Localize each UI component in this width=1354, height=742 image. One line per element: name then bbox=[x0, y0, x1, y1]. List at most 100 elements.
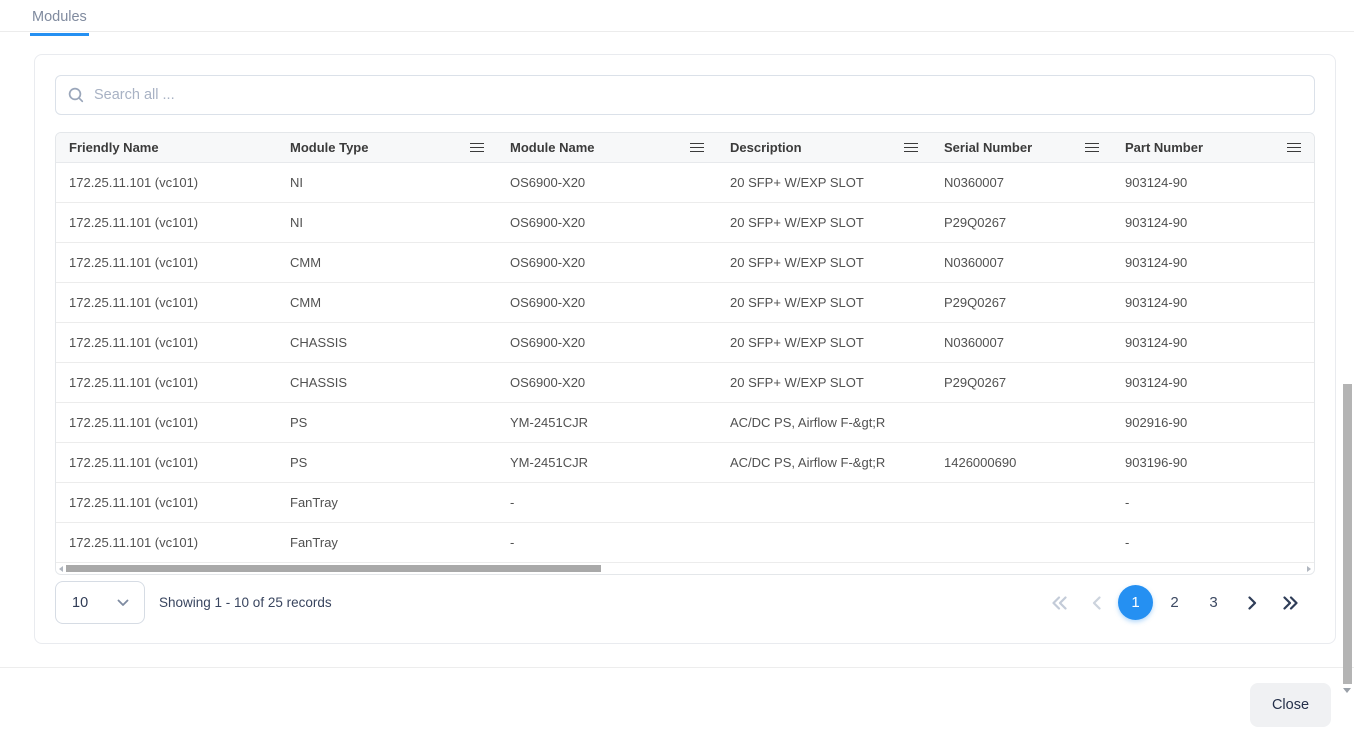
page-button-3[interactable]: 3 bbox=[1196, 585, 1231, 620]
table-cell: CHASSIS bbox=[277, 363, 497, 402]
table-cell bbox=[717, 523, 931, 562]
chevron-left-icon bbox=[1092, 596, 1102, 610]
table-row[interactable]: 172.25.11.101 (vc101)PSYM-2451CJRAC/DC P… bbox=[56, 403, 1314, 443]
table-cell: 172.25.11.101 (vc101) bbox=[56, 243, 277, 282]
horizontal-scrollbar-thumb[interactable] bbox=[66, 565, 601, 572]
column-header-part-number[interactable]: Part Number bbox=[1112, 133, 1314, 162]
table-row[interactable]: 172.25.11.101 (vc101)FanTray-- bbox=[56, 483, 1314, 523]
table-cell bbox=[717, 483, 931, 522]
pagination-pages: 123 bbox=[1116, 585, 1233, 620]
pagination-last-button[interactable] bbox=[1278, 591, 1302, 615]
column-menu-icon[interactable] bbox=[470, 143, 484, 153]
table-cell: 1426000690 bbox=[931, 443, 1112, 482]
table-row[interactable]: 172.25.11.101 (vc101)CMMOS6900-X2020 SFP… bbox=[56, 283, 1314, 323]
vertical-scrollbar-thumb[interactable] bbox=[1343, 384, 1352, 684]
table-cell: CMM bbox=[277, 243, 497, 282]
tab-modules[interactable]: Modules bbox=[30, 0, 89, 36]
column-menu-icon[interactable] bbox=[904, 143, 918, 153]
table-row[interactable]: 172.25.11.101 (vc101)NIOS6900-X2020 SFP+… bbox=[56, 163, 1314, 203]
table-cell: FanTray bbox=[277, 523, 497, 562]
column-header-description[interactable]: Description bbox=[717, 133, 931, 162]
table-cell: OS6900-X20 bbox=[497, 163, 717, 202]
tab-modules-label: Modules bbox=[32, 9, 87, 25]
table-cell: 172.25.11.101 (vc101) bbox=[56, 403, 277, 442]
column-header-label: Part Number bbox=[1125, 140, 1203, 155]
table-footer: 10 Showing 1 - 10 of 25 records 123 bbox=[55, 581, 1315, 624]
table-cell: AC/DC PS, Airflow F-&gt;R bbox=[717, 443, 931, 482]
column-header-label: Serial Number bbox=[944, 140, 1032, 155]
table-cell: 172.25.11.101 (vc101) bbox=[56, 443, 277, 482]
table-row[interactable]: 172.25.11.101 (vc101)CMMOS6900-X2020 SFP… bbox=[56, 243, 1314, 283]
table-cell: P29Q0267 bbox=[931, 363, 1112, 402]
dialog-footer: Close bbox=[0, 668, 1354, 742]
table-header-row: Friendly Name Module Type Module Name Descr… bbox=[56, 133, 1314, 163]
table-cell bbox=[931, 403, 1112, 442]
pagination-next-button[interactable] bbox=[1240, 591, 1264, 615]
modules-table: Friendly Name Module Type Module Name Descr… bbox=[55, 132, 1315, 575]
table-cell: - bbox=[1112, 483, 1314, 522]
table-cell: 903196-90 bbox=[1112, 443, 1314, 482]
records-summary: Showing 1 - 10 of 25 records bbox=[159, 595, 332, 610]
table-cell: CMM bbox=[277, 283, 497, 322]
column-menu-icon[interactable] bbox=[1085, 143, 1099, 153]
chevron-down-icon bbox=[117, 599, 129, 607]
double-chevron-right-icon bbox=[1282, 596, 1299, 610]
table-cell: 172.25.11.101 (vc101) bbox=[56, 283, 277, 322]
page-size-value: 10 bbox=[72, 595, 88, 611]
vscroll-down-arrow-icon[interactable] bbox=[1343, 688, 1351, 693]
column-header-module-name[interactable]: Module Name bbox=[497, 133, 717, 162]
table-cell: 172.25.11.101 (vc101) bbox=[56, 523, 277, 562]
table-row[interactable]: 172.25.11.101 (vc101)CHASSISOS6900-X2020… bbox=[56, 363, 1314, 403]
column-menu-icon[interactable] bbox=[1287, 143, 1301, 153]
search-bar bbox=[55, 75, 1315, 115]
column-header-module-type[interactable]: Module Type bbox=[277, 133, 497, 162]
table-cell bbox=[931, 523, 1112, 562]
page-size-select[interactable]: 10 bbox=[55, 581, 145, 624]
table-cell: NI bbox=[277, 163, 497, 202]
table-row[interactable]: 172.25.11.101 (vc101)FanTray-- bbox=[56, 523, 1314, 563]
page-button-2[interactable]: 2 bbox=[1157, 585, 1192, 620]
table-cell: 903124-90 bbox=[1112, 283, 1314, 322]
table-cell: 172.25.11.101 (vc101) bbox=[56, 203, 277, 242]
table-cell: 172.25.11.101 (vc101) bbox=[56, 363, 277, 402]
tab-bar: Modules bbox=[0, 0, 1354, 32]
table-cell: YM-2451CJR bbox=[497, 403, 717, 442]
column-header-label: Module Type bbox=[290, 140, 368, 155]
table-row[interactable]: 172.25.11.101 (vc101)PSYM-2451CJRAC/DC P… bbox=[56, 443, 1314, 483]
table-cell: OS6900-X20 bbox=[497, 323, 717, 362]
page-button-1[interactable]: 1 bbox=[1118, 585, 1153, 620]
column-header-friendly-name[interactable]: Friendly Name bbox=[56, 133, 277, 162]
table-cell: 172.25.11.101 (vc101) bbox=[56, 163, 277, 202]
table-cell: 172.25.11.101 (vc101) bbox=[56, 323, 277, 362]
table-cell: - bbox=[1112, 523, 1314, 562]
modules-panel: Friendly Name Module Type Module Name Descr… bbox=[34, 54, 1336, 644]
table-cell: 20 SFP+ W/EXP SLOT bbox=[717, 323, 931, 362]
table-cell bbox=[931, 483, 1112, 522]
column-header-label: Module Name bbox=[510, 140, 595, 155]
close-button[interactable]: Close bbox=[1250, 683, 1331, 727]
table-cell: 903124-90 bbox=[1112, 243, 1314, 282]
column-header-serial-number[interactable]: Serial Number bbox=[931, 133, 1112, 162]
table-cell: N0360007 bbox=[931, 323, 1112, 362]
table-cell: AC/DC PS, Airflow F-&gt;R bbox=[717, 403, 931, 442]
table-cell: FanTray bbox=[277, 483, 497, 522]
pagination-first-button[interactable] bbox=[1047, 591, 1071, 615]
pagination: 123 bbox=[1040, 585, 1309, 620]
hscroll-left-arrow-icon[interactable] bbox=[59, 566, 63, 572]
table-cell: OS6900-X20 bbox=[497, 203, 717, 242]
table-cell: N0360007 bbox=[931, 243, 1112, 282]
search-input[interactable] bbox=[55, 75, 1315, 115]
pagination-prev-button[interactable] bbox=[1085, 591, 1109, 615]
table-cell: PS bbox=[277, 403, 497, 442]
column-header-label: Friendly Name bbox=[69, 140, 159, 155]
horizontal-scrollbar[interactable] bbox=[56, 563, 1314, 574]
column-menu-icon[interactable] bbox=[690, 143, 704, 153]
table-row[interactable]: 172.25.11.101 (vc101)CHASSISOS6900-X2020… bbox=[56, 323, 1314, 363]
table-cell: N0360007 bbox=[931, 163, 1112, 202]
table-cell: 903124-90 bbox=[1112, 323, 1314, 362]
hscroll-right-arrow-icon[interactable] bbox=[1307, 566, 1311, 572]
table-cell: CHASSIS bbox=[277, 323, 497, 362]
table-cell: 903124-90 bbox=[1112, 163, 1314, 202]
table-row[interactable]: 172.25.11.101 (vc101)NIOS6900-X2020 SFP+… bbox=[56, 203, 1314, 243]
table-cell: 903124-90 bbox=[1112, 363, 1314, 402]
